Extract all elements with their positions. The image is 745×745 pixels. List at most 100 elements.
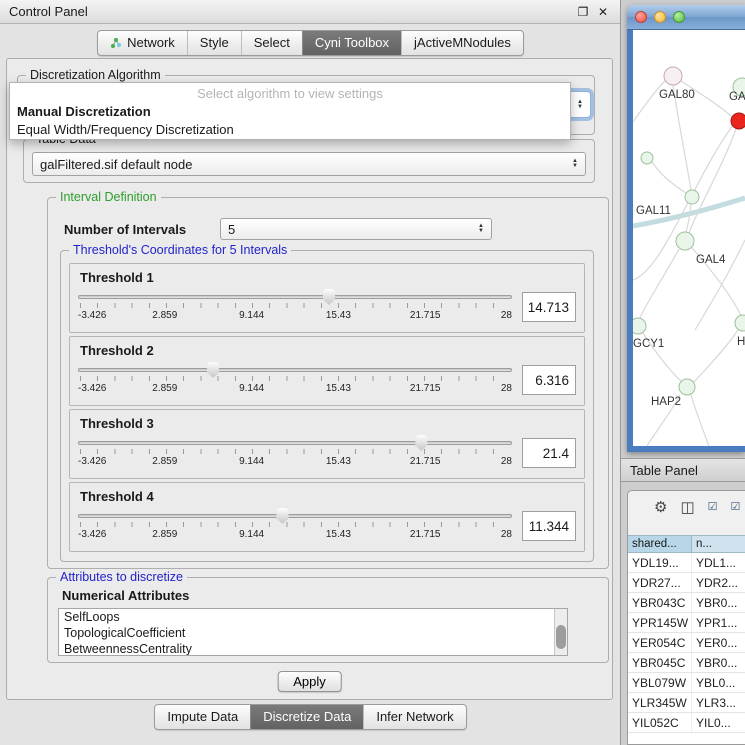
table-row[interactable]: YDL19...YDL1...: [628, 553, 745, 573]
network-node-gcy1[interactable]: [633, 318, 646, 334]
table-row[interactable]: YBL079WYBL0...: [628, 673, 745, 693]
table-row[interactable]: YLR345WYLR3...: [628, 693, 745, 713]
network-node[interactable]: [641, 152, 653, 164]
dropdown-placeholder: Select algorithm to view settings: [10, 83, 570, 103]
table-row[interactable]: YBR045CYBR0...: [628, 653, 745, 673]
table-cell: YDR27...: [628, 573, 692, 592]
num-intervals-combo[interactable]: 5 ▲ ▼: [220, 218, 492, 240]
scrollbar[interactable]: [554, 609, 567, 655]
table-header-row: shared...n...: [628, 535, 745, 553]
table-data-combo[interactable]: galFiltered.sif default node ▲ ▼: [32, 152, 586, 176]
tab-impute-data[interactable]: Impute Data: [155, 705, 250, 729]
table-panel-header: Table Panel: [621, 458, 745, 482]
stepper-icon: ▲ ▼: [472, 224, 484, 234]
tab-style[interactable]: Style: [187, 31, 241, 55]
scrollbar-thumb[interactable]: [556, 625, 566, 649]
cyni-toolbox-panel: Discretization Algorithm ▲ ▼ Select algo…: [6, 58, 613, 700]
threshold-value-field[interactable]: 21.4: [522, 438, 576, 468]
network-edge[interactable]: [691, 395, 709, 446]
interval-definition-title: Interval Definition: [56, 190, 161, 204]
threshold-slider[interactable]: -3.4262.8599.14415.4321.71528: [78, 288, 512, 326]
tab-network[interactable]: Network: [98, 31, 187, 55]
arrow-down-icon: ▼: [577, 105, 583, 110]
column-header-1[interactable]: shared...: [628, 536, 692, 552]
network-node-gal4[interactable]: [676, 232, 694, 250]
tab-label: Infer Network: [376, 709, 453, 724]
arrow-down-icon: ▼: [478, 229, 484, 234]
threshold-slider[interactable]: -3.4262.8599.14415.4321.71528: [78, 434, 512, 472]
table-cell: YDL1...: [692, 553, 745, 572]
table-row[interactable]: YPR145WYPR1...: [628, 613, 745, 633]
slider-track[interactable]: [78, 295, 512, 299]
node-label: GAL80: [659, 89, 695, 101]
slider-track[interactable]: [78, 368, 512, 372]
minimize-traffic-light-icon[interactable]: [654, 11, 666, 23]
tab-label: Select: [254, 35, 290, 50]
table-cell: YPR145W: [628, 613, 692, 632]
network-edge[interactable]: [686, 204, 691, 232]
table-cell: YBL079W: [628, 673, 692, 692]
threshold-slider[interactable]: -3.4262.8599.14415.4321.71528: [78, 361, 512, 399]
threshold-label: Threshold 3: [80, 416, 576, 431]
table-row[interactable]: YER054CYER0...: [628, 633, 745, 653]
attribute-item-topologicalcoefficient[interactable]: TopologicalCoefficient: [59, 625, 567, 641]
threshold-value-field[interactable]: 14.713: [522, 292, 576, 322]
network-edge[interactable]: [640, 249, 679, 318]
close-traffic-light-icon[interactable]: [635, 11, 647, 23]
network-node-gal11[interactable]: [685, 190, 699, 204]
table-row[interactable]: YDR27...YDR2...: [628, 573, 745, 593]
table-row[interactable]: YIL052CYIL0...: [628, 713, 745, 733]
tab-discretize-data[interactable]: Discretize Data: [250, 705, 363, 729]
network-canvas[interactable]: GAL80GAGAL11GAL4GCY1HHAP2: [633, 30, 745, 446]
tab-infer-network[interactable]: Infer Network: [363, 705, 465, 729]
network-node-h[interactable]: [735, 315, 745, 331]
table-row[interactable]: YBR043CYBR0...: [628, 593, 745, 613]
scale-label: 2.859: [152, 529, 177, 540]
thresholds-group: Threshold's Coordinates for 5 Intervals …: [60, 250, 594, 562]
threshold-value-field[interactable]: 6.316: [522, 365, 576, 395]
control-panel-window: Control Panel ❐ ✕ NetworkStyleSelectCyni…: [0, 0, 621, 745]
columns-icon[interactable]: ◫: [680, 500, 694, 515]
tab-jactivemnodules[interactable]: jActiveMNodules: [401, 31, 523, 55]
numerical-attributes-list[interactable]: SelfLoopsTopologicalCoefficientBetweenne…: [58, 608, 568, 656]
slider-track[interactable]: [78, 441, 512, 445]
tab-select[interactable]: Select: [241, 31, 302, 55]
threshold-label: Threshold 2: [80, 343, 576, 358]
tab-label: Style: [200, 35, 229, 50]
top-tab-bar: Network Style Select Cyni ToolboxjActiveMNo…: [97, 30, 524, 56]
table-body: YDL19...YDL1...YDR27...YDR2...YBR043CYBR…: [628, 553, 745, 744]
network-edge[interactable]: [694, 330, 738, 382]
node-label: GAL11: [636, 205, 671, 217]
tab-cyni-toolbox[interactable]: Cyni Toolbox: [302, 31, 401, 55]
scale-label: 2.859: [152, 310, 177, 321]
network-edge[interactable]: [633, 80, 666, 122]
zoom-traffic-light-icon[interactable]: [673, 11, 685, 23]
close-window-icon[interactable]: ✕: [595, 5, 611, 19]
scale-label: 28: [501, 383, 512, 394]
table-panel-title: Table Panel: [630, 463, 698, 478]
apply-button[interactable]: Apply: [277, 671, 342, 692]
select-none-icon[interactable]: ☑: [731, 502, 741, 513]
network-window-titlebar[interactable]: [627, 5, 745, 30]
dropdown-option-equal-width-frequency-discretization[interactable]: Equal Width/Frequency Discretization: [10, 121, 570, 139]
network-node[interactable]: [731, 113, 745, 129]
column-header-2[interactable]: n...: [692, 536, 745, 552]
threshold-value-field[interactable]: 11.344: [522, 511, 576, 541]
tab-label: Impute Data: [167, 709, 238, 724]
threshold-panel-3: Threshold 3 -3.4262.8599.14415.4321.71528…: [69, 409, 585, 479]
gear-icon[interactable]: ⚙: [654, 500, 667, 515]
dropdown-option-manual-discretization[interactable]: Manual Discretization: [10, 103, 570, 121]
attribute-item-selfloops[interactable]: SelfLoops: [59, 609, 567, 625]
threshold-panel-2: Threshold 2 -3.4262.8599.14415.4321.71528…: [69, 336, 585, 406]
table-toolbar: ⚙ ◫ ☑ ☑: [628, 491, 745, 523]
network-edge[interactable]: [652, 162, 686, 193]
select-all-icon[interactable]: ☑: [708, 502, 718, 513]
scale-label: -3.426: [78, 383, 106, 394]
attribute-item-betweennesscentrality[interactable]: BetweennessCentrality: [59, 641, 567, 656]
network-node-hap2[interactable]: [679, 379, 695, 395]
threshold-slider[interactable]: -3.4262.8599.14415.4321.71528: [78, 507, 512, 545]
float-window-icon[interactable]: ❐: [575, 5, 591, 19]
network-edge[interactable]: [689, 129, 736, 233]
slider-track[interactable]: [78, 514, 512, 518]
network-node-gal80[interactable]: [664, 67, 682, 85]
